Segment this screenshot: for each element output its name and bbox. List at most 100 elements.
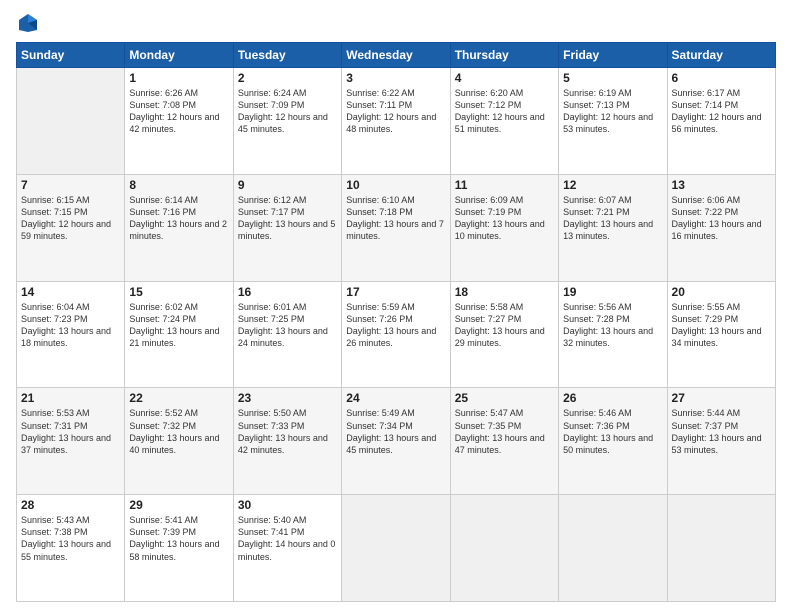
calendar-cell: 24 Sunrise: 5:49 AMSunset: 7:34 PMDayligh… [342,388,450,495]
day-number: 25 [455,391,554,405]
day-info: Sunrise: 6:02 AMSunset: 7:24 PMDaylight:… [129,301,228,350]
logo-text [16,12,40,34]
day-info: Sunrise: 6:09 AMSunset: 7:19 PMDaylight:… [455,194,554,243]
day-number: 16 [238,285,337,299]
day-number: 21 [21,391,120,405]
day-info: Sunrise: 6:15 AMSunset: 7:15 PMDaylight:… [21,194,120,243]
calendar-week-row: 1Sunrise: 6:26 AMSunset: 7:08 PMDaylight… [17,68,776,175]
day-info: Sunrise: 6:01 AMSunset: 7:25 PMDaylight:… [238,301,337,350]
calendar-cell: 3 Sunrise: 6:22 AMSunset: 7:11 PMDaylight… [342,68,450,175]
day-number: 11 [455,178,554,192]
day-number: 17 [346,285,445,299]
day-number: 2 [238,71,337,85]
day-info: Sunrise: 6:24 AMSunset: 7:09 PMDaylight:… [238,87,337,136]
day-number: 14 [21,285,120,299]
calendar-week-row: 7 Sunrise: 6:15 AMSunset: 7:15 PMDaylight… [17,174,776,281]
calendar-cell: 6Sunrise: 6:17 AMSunset: 7:14 PMDaylight… [667,68,775,175]
day-number: 7 [21,178,120,192]
day-number: 19 [563,285,662,299]
calendar-cell [559,495,667,602]
day-number: 26 [563,391,662,405]
weekday-header: Friday [559,43,667,68]
calendar-week-row: 21 Sunrise: 5:53 AMSunset: 7:31 PMDayligh… [17,388,776,495]
calendar-cell: 29 Sunrise: 5:41 AMSunset: 7:39 PMDayligh… [125,495,233,602]
day-number: 24 [346,391,445,405]
calendar-table: SundayMondayTuesdayWednesdayThursdayFrid… [16,42,776,602]
day-info: Sunrise: 5:49 AMSunset: 7:34 PMDaylight:… [346,407,445,456]
day-info: Sunrise: 5:43 AMSunset: 7:38 PMDaylight:… [21,514,120,563]
day-info: Sunrise: 6:07 AMSunset: 7:21 PMDaylight:… [563,194,662,243]
calendar-cell [667,495,775,602]
calendar-cell: 14 Sunrise: 6:04 AMSunset: 7:23 PMDayligh… [17,281,125,388]
calendar-cell: 20 Sunrise: 5:55 AMSunset: 7:29 PMDayligh… [667,281,775,388]
calendar-cell: 8 Sunrise: 6:14 AMSunset: 7:16 PMDaylight… [125,174,233,281]
calendar-cell: 17 Sunrise: 5:59 AMSunset: 7:26 PMDayligh… [342,281,450,388]
day-info: Sunrise: 5:55 AMSunset: 7:29 PMDaylight:… [672,301,771,350]
page: SundayMondayTuesdayWednesdayThursdayFrid… [0,0,792,612]
day-number: 22 [129,391,228,405]
calendar-cell: 22 Sunrise: 5:52 AMSunset: 7:32 PMDayligh… [125,388,233,495]
day-info: Sunrise: 6:20 AMSunset: 7:12 PMDaylight:… [455,87,554,136]
day-number: 18 [455,285,554,299]
day-number: 23 [238,391,337,405]
calendar-cell: 1Sunrise: 6:26 AMSunset: 7:08 PMDaylight… [125,68,233,175]
calendar-cell: 15 Sunrise: 6:02 AMSunset: 7:24 PMDayligh… [125,281,233,388]
day-info: Sunrise: 5:53 AMSunset: 7:31 PMDaylight:… [21,407,120,456]
calendar-cell: 10Sunrise: 6:10 AMSunset: 7:18 PMDayligh… [342,174,450,281]
day-info: Sunrise: 6:12 AMSunset: 7:17 PMDaylight:… [238,194,337,243]
calendar-cell [17,68,125,175]
calendar-cell: 19 Sunrise: 5:56 AMSunset: 7:28 PMDayligh… [559,281,667,388]
day-info: Sunrise: 6:14 AMSunset: 7:16 PMDaylight:… [129,194,228,243]
day-number: 9 [238,178,337,192]
day-info: Sunrise: 5:44 AMSunset: 7:37 PMDaylight:… [672,407,771,456]
calendar-cell: 11 Sunrise: 6:09 AMSunset: 7:19 PMDayligh… [450,174,558,281]
header [16,12,776,34]
day-number: 27 [672,391,771,405]
calendar-cell: 9 Sunrise: 6:12 AMSunset: 7:17 PMDaylight… [233,174,341,281]
calendar-week-row: 14 Sunrise: 6:04 AMSunset: 7:23 PMDayligh… [17,281,776,388]
day-number: 12 [563,178,662,192]
calendar-cell: 23Sunrise: 5:50 AMSunset: 7:33 PMDayligh… [233,388,341,495]
day-info: Sunrise: 5:46 AMSunset: 7:36 PMDaylight:… [563,407,662,456]
day-number: 4 [455,71,554,85]
calendar-cell: 28 Sunrise: 5:43 AMSunset: 7:38 PMDayligh… [17,495,125,602]
day-number: 5 [563,71,662,85]
calendar-cell: 30Sunrise: 5:40 AMSunset: 7:41 PMDayligh… [233,495,341,602]
calendar-cell [342,495,450,602]
day-info: Sunrise: 5:58 AMSunset: 7:27 PMDaylight:… [455,301,554,350]
day-info: Sunrise: 6:22 AMSunset: 7:11 PMDaylight:… [346,87,445,136]
calendar-cell: 13Sunrise: 6:06 AMSunset: 7:22 PMDayligh… [667,174,775,281]
day-info: Sunrise: 6:04 AMSunset: 7:23 PMDaylight:… [21,301,120,350]
day-number: 15 [129,285,228,299]
calendar-cell [450,495,558,602]
day-number: 20 [672,285,771,299]
weekday-header: Wednesday [342,43,450,68]
logo-icon [17,12,39,34]
calendar-cell: 4 Sunrise: 6:20 AMSunset: 7:12 PMDaylight… [450,68,558,175]
calendar-cell: 21 Sunrise: 5:53 AMSunset: 7:31 PMDayligh… [17,388,125,495]
day-number: 29 [129,498,228,512]
day-number: 8 [129,178,228,192]
calendar-cell: 12 Sunrise: 6:07 AMSunset: 7:21 PMDayligh… [559,174,667,281]
day-number: 28 [21,498,120,512]
day-number: 3 [346,71,445,85]
weekday-header: Sunday [17,43,125,68]
calendar-header-row: SundayMondayTuesdayWednesdayThursdayFrid… [17,43,776,68]
weekday-header: Thursday [450,43,558,68]
day-info: Sunrise: 5:56 AMSunset: 7:28 PMDaylight:… [563,301,662,350]
calendar-week-row: 28 Sunrise: 5:43 AMSunset: 7:38 PMDayligh… [17,495,776,602]
day-info: Sunrise: 6:19 AMSunset: 7:13 PMDaylight:… [563,87,662,136]
day-number: 30 [238,498,337,512]
day-info: Sunrise: 5:47 AMSunset: 7:35 PMDaylight:… [455,407,554,456]
weekday-header: Tuesday [233,43,341,68]
calendar-cell: 25 Sunrise: 5:47 AMSunset: 7:35 PMDayligh… [450,388,558,495]
weekday-header: Monday [125,43,233,68]
day-info: Sunrise: 5:52 AMSunset: 7:32 PMDaylight:… [129,407,228,456]
day-number: 13 [672,178,771,192]
day-info: Sunrise: 5:41 AMSunset: 7:39 PMDaylight:… [129,514,228,563]
calendar-cell: 27 Sunrise: 5:44 AMSunset: 7:37 PMDayligh… [667,388,775,495]
calendar-cell: 2 Sunrise: 6:24 AMSunset: 7:09 PMDaylight… [233,68,341,175]
day-info: Sunrise: 5:59 AMSunset: 7:26 PMDaylight:… [346,301,445,350]
day-info: Sunrise: 6:26 AMSunset: 7:08 PMDaylight:… [129,87,228,136]
weekday-header: Saturday [667,43,775,68]
